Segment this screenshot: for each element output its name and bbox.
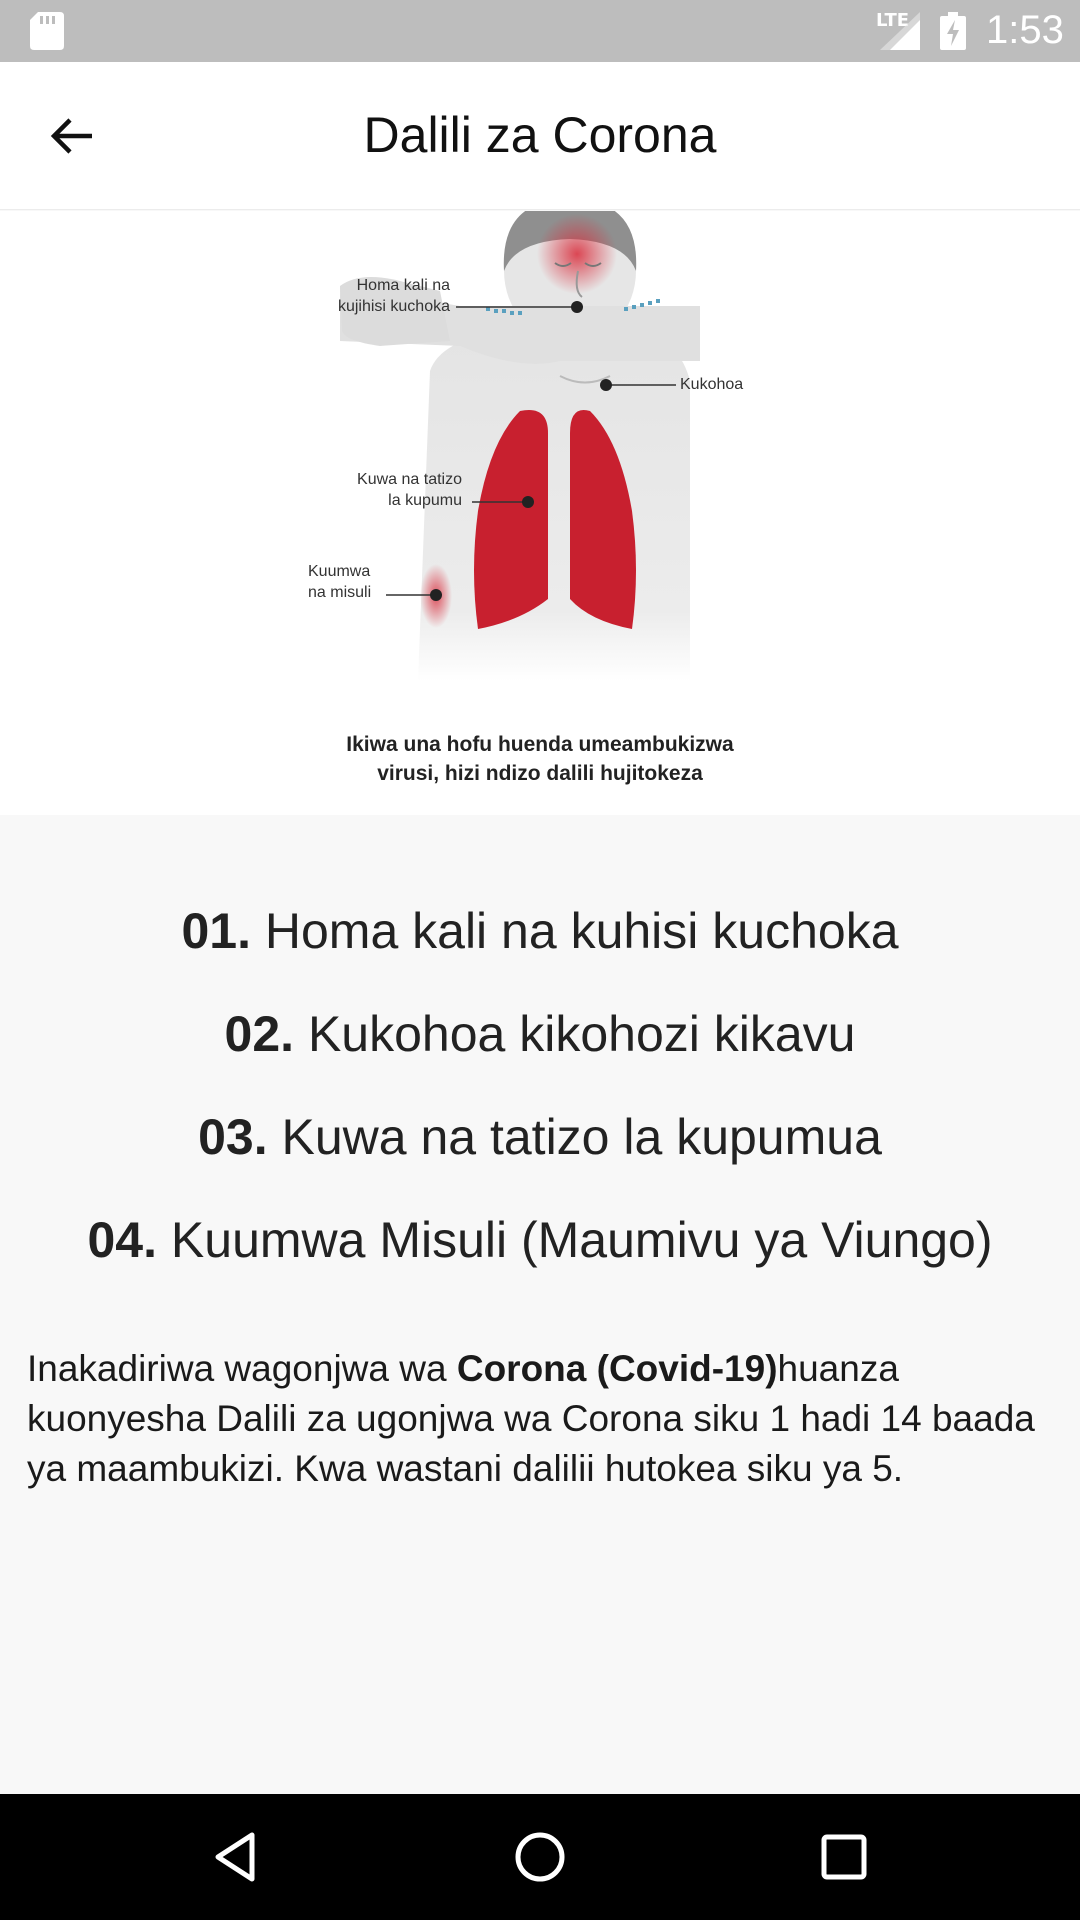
symptom-item: 01. Homa kali na kuhisi kuchoka xyxy=(0,880,1080,983)
fever-label-line1: Homa kali na xyxy=(356,277,450,294)
symptom-item: 02. Kukohoa kikohozi kikavu xyxy=(0,983,1080,1086)
caption-line1: Ikiwa una hofu huenda umeambukizwa xyxy=(346,733,734,756)
breathing-label-line2: la kupumu xyxy=(388,492,462,509)
sd-card-icon xyxy=(30,12,64,50)
breathing-label: Kuwa na tatizo la kupumu xyxy=(332,469,462,511)
muscle-label-line2: na misuli xyxy=(308,584,372,601)
symptoms-illustration: Homa kali na kujihisi kuchoka Kukohoa Ku… xyxy=(0,211,1080,815)
symptom-text: Kukohoa kikohozi kikavu xyxy=(307,1006,856,1062)
illustration-caption: Ikiwa una hofu huenda umeambukizwa virus… xyxy=(240,730,840,788)
symptom-text: Kuumwa Misuli (Maumivu ya Viungo) xyxy=(170,1212,993,1268)
recents-square-icon[interactable] xyxy=(814,1827,874,1887)
cough-label: Kukohoa xyxy=(680,376,744,393)
breathing-label-line1: Kuwa na tatizo xyxy=(357,471,462,488)
home-circle-icon[interactable] xyxy=(510,1827,570,1887)
symptom-number: 03. xyxy=(198,1109,268,1165)
caption-line2: virusi, hizi ndizo dalili hujitokeza xyxy=(377,762,703,785)
person-symptoms-figure xyxy=(340,211,700,681)
symptom-item: 03. Kuwa na tatizo la kupumua xyxy=(0,1086,1080,1189)
system-nav-bar xyxy=(0,1794,1080,1920)
status-clock: 1:53 xyxy=(986,8,1064,52)
symptom-item: 04. Kuumwa Misuli (Maumivu ya Viungo) xyxy=(0,1189,1080,1292)
symptom-number: 01. xyxy=(181,903,251,959)
description-disease-name: Corona (Covid-19) xyxy=(456,1348,778,1389)
battery-charging-icon xyxy=(940,12,966,50)
symptom-list: 01. Homa kali na kuhisi kuchoka 02. Kuko… xyxy=(0,880,1080,1292)
page-title: Dalili za Corona xyxy=(363,107,717,163)
symptom-number: 04. xyxy=(87,1212,157,1268)
incubation-description: Inakadiriwa wagonjwa wa Corona (Covid-19… xyxy=(27,1344,1057,1494)
fever-label-line2: kujihisi kuchoka xyxy=(337,298,450,315)
muscle-label-line1: Kuumwa xyxy=(308,563,371,580)
symptom-text: Kuwa na tatizo la kupumua xyxy=(281,1109,882,1165)
fever-label: Homa kali na kujihisi kuchoka xyxy=(322,275,450,317)
symptom-number: 02. xyxy=(224,1006,295,1062)
back-triangle-icon[interactable] xyxy=(206,1827,266,1887)
symptom-text: Homa kali na kuhisi kuchoka xyxy=(264,903,899,959)
description-text-start: Inakadiriwa wagonjwa wa xyxy=(27,1348,457,1389)
status-bar: LTE 1:53 xyxy=(0,0,1080,62)
signal-icon xyxy=(880,12,920,50)
app-bar: Dalili za Corona xyxy=(0,62,1080,210)
muscle-label: Kuumwa na misuli xyxy=(308,561,388,603)
